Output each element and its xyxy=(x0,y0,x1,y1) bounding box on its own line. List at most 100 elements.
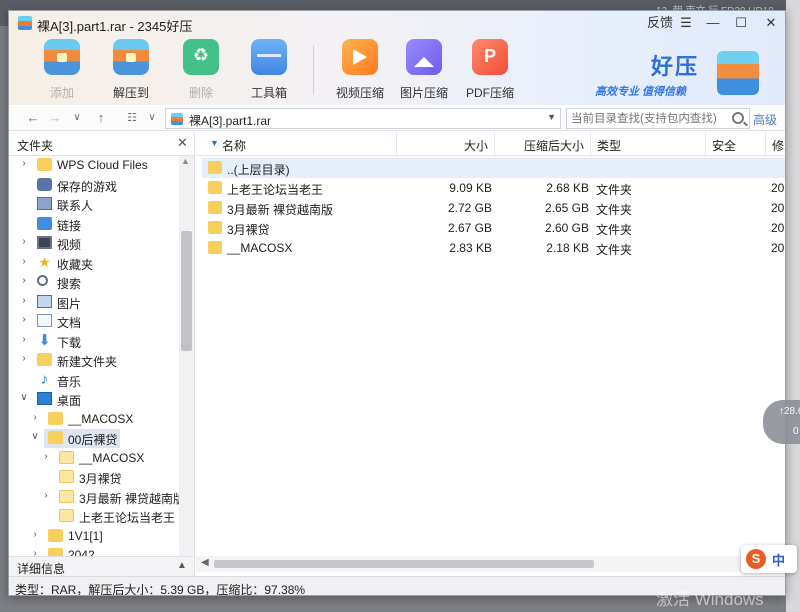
chevron-right-icon[interactable]: › xyxy=(19,275,29,286)
ime-toolbar[interactable]: S 中 xyxy=(741,545,797,573)
tree-item[interactable]: 上老王论坛当老王 xyxy=(9,507,179,526)
forward-arrow-icon[interactable]: → xyxy=(47,109,63,127)
tree-item[interactable]: › WPS Cloud Files xyxy=(9,156,179,175)
recycle-bin-icon xyxy=(183,39,219,75)
history-dropdown-icon[interactable]: ∨ xyxy=(70,109,84,127)
tree-item[interactable]: › 搜索 xyxy=(9,273,179,292)
tree-item[interactable]: › 文档 xyxy=(9,312,179,331)
title-bar[interactable]: 裸A[3].part1.rar - 2345好压 反馈 ☰ — ☐ ✕ xyxy=(9,11,785,35)
chevron-right-icon[interactable]: › xyxy=(19,158,29,169)
file-row[interactable]: 上老王论坛当老王 9.09 KB 2.68 KB 文件夹 202 xyxy=(202,178,785,198)
search-input[interactable] xyxy=(571,111,727,126)
add-label: 添加 xyxy=(49,86,74,100)
tree-item[interactable]: ♪ 音乐 xyxy=(9,371,179,390)
chevron-right-icon[interactable]: › xyxy=(19,314,29,325)
folder-icon xyxy=(59,450,74,464)
column-size[interactable]: 大小 xyxy=(397,132,495,156)
tree-item[interactable]: › ★ 收藏夹 xyxy=(9,254,179,273)
tree-item[interactable]: › 图片 xyxy=(9,293,179,312)
address-dropdown-icon[interactable]: ▼ xyxy=(547,112,556,122)
file-name: 3月裸贷 xyxy=(227,223,270,237)
video-compress-button[interactable]: 视频压缩 xyxy=(328,37,392,101)
tree-item[interactable]: › 视频 xyxy=(9,234,179,253)
chevron-right-icon[interactable]: › xyxy=(19,334,29,345)
status-text: 类型：RAR，解压后大小：5.39 GB，压缩比：97.38% xyxy=(15,583,306,596)
chevron-right-icon[interactable]: › xyxy=(30,548,40,556)
chevron-down-icon[interactable]: ∨ xyxy=(19,392,29,403)
address-path: 裸A[3].part1.rar xyxy=(189,114,272,128)
scrollbar-thumb[interactable] xyxy=(181,231,192,351)
image-compress-icon xyxy=(406,39,442,75)
tree-item[interactable]: ∨ 桌面 xyxy=(9,390,179,409)
chevron-right-icon[interactable]: › xyxy=(41,451,51,462)
horizontal-scrollbar-thumb[interactable] xyxy=(214,560,594,568)
file-row[interactable]: ..(上层目录) xyxy=(202,158,785,178)
activation-watermark: 激活 Windows xyxy=(656,590,764,609)
brand-name: 好压 xyxy=(651,54,700,79)
file-row[interactable]: __MACOSX 2.83 KB 2.18 KB 文件夹 202 xyxy=(202,238,785,258)
minimize-button[interactable]: — xyxy=(703,13,723,33)
tree-item[interactable]: › 新建文件夹 xyxy=(9,351,179,370)
view-mode-icon[interactable]: ☷ xyxy=(122,109,142,127)
extract-button[interactable]: 解压到 xyxy=(99,37,163,101)
address-bar[interactable]: 裸A[3].part1.rar ▼ xyxy=(165,108,561,129)
tree-item[interactable]: › ⬇ 下载 xyxy=(9,332,179,351)
chevron-right-icon[interactable]: › xyxy=(30,412,40,423)
ime-mode[interactable]: 中 xyxy=(772,550,785,569)
chevron-up-icon[interactable]: ▲ xyxy=(177,560,187,571)
toolbox-button[interactable]: 工具箱 xyxy=(237,37,301,101)
search-icon[interactable] xyxy=(732,112,744,124)
tree-item[interactable]: 3月裸贷 xyxy=(9,468,179,487)
tree-item[interactable]: 链接 xyxy=(9,215,179,234)
tree-scrollbar[interactable]: ▲ xyxy=(179,156,194,556)
column-modified[interactable]: 修改 xyxy=(766,132,785,156)
network-speed-widget[interactable]: ↑28.6 0 xyxy=(763,400,800,444)
close-icon[interactable]: ✕ xyxy=(177,135,188,151)
tree-item[interactable]: 联系人 xyxy=(9,195,179,214)
add-button[interactable]: 添加 xyxy=(30,37,94,101)
tree-item[interactable]: ∨ 00后裸贷 xyxy=(9,429,179,448)
delete-button[interactable]: 删除 xyxy=(169,37,233,101)
feedback-button[interactable]: 反馈 xyxy=(645,13,675,33)
chevron-right-icon[interactable]: › xyxy=(19,236,29,247)
view-mode-dropdown-icon[interactable]: ∨ xyxy=(146,109,158,127)
file-row[interactable]: 3月最新 裸贷越南版 2.72 GB 2.65 GB 文件夹 202 xyxy=(202,198,785,218)
details-bar[interactable]: 详细信息 ▲ xyxy=(9,556,195,576)
videos-icon xyxy=(37,236,52,249)
close-button[interactable]: ✕ xyxy=(761,13,781,33)
tree-item[interactable]: › __MACOSX xyxy=(9,410,179,429)
tree-item[interactable]: › 1V1[1] xyxy=(9,527,179,546)
horizontal-scrollbar[interactable]: ◀ xyxy=(196,556,785,572)
image-compress-button[interactable]: 图片压缩 xyxy=(392,37,456,101)
tree-item[interactable]: › __MACOSX xyxy=(9,449,179,468)
delete-label: 删除 xyxy=(188,86,213,100)
tree-item[interactable]: › 2042 xyxy=(9,546,179,556)
file-name: 3月最新 裸贷越南版 xyxy=(227,203,334,217)
up-arrow-icon[interactable]: ↑ xyxy=(93,109,109,127)
pdf-compress-button[interactable]: PDF压缩 xyxy=(458,37,522,101)
chevron-right-icon[interactable]: › xyxy=(41,490,51,501)
chevron-right-icon[interactable]: › xyxy=(19,256,29,267)
scroll-up-icon[interactable]: ▲ xyxy=(181,156,190,166)
window-header: 裸A[3].part1.rar - 2345好压 反馈 ☰ — ☐ ✕ 添加 解… xyxy=(9,11,785,105)
column-security[interactable]: 安全 xyxy=(706,132,766,156)
file-row[interactable]: 3月裸贷 2.67 GB 2.60 GB 文件夹 202 xyxy=(202,218,785,238)
maximize-button[interactable]: ☐ xyxy=(731,13,751,33)
search-icon xyxy=(37,275,48,286)
advanced-search-link[interactable]: 高级 xyxy=(753,111,777,128)
menu-icon[interactable]: ☰ xyxy=(678,13,694,33)
scroll-left-icon[interactable]: ◀ xyxy=(201,557,209,568)
tree-item[interactable]: 保存的游戏 xyxy=(9,176,179,195)
toolbox-icon xyxy=(251,39,287,75)
column-compressed-size[interactable]: 压缩后大小 xyxy=(495,132,591,156)
chevron-right-icon[interactable]: › xyxy=(19,295,29,306)
back-arrow-icon[interactable]: ← xyxy=(25,109,41,127)
column-type[interactable]: 类型 xyxy=(591,132,706,156)
column-name[interactable]: ▼ 名称 xyxy=(196,132,397,156)
image-compress-label: 图片压缩 xyxy=(399,86,448,100)
chevron-down-icon[interactable]: ∨ xyxy=(30,431,40,442)
tree-item[interactable]: › 3月最新 裸贷越南版 xyxy=(9,488,179,507)
chevron-right-icon[interactable]: › xyxy=(19,353,29,364)
archive-window: 裸A[3].part1.rar - 2345好压 反馈 ☰ — ☐ ✕ 添加 解… xyxy=(8,10,786,596)
chevron-right-icon[interactable]: › xyxy=(30,529,40,540)
